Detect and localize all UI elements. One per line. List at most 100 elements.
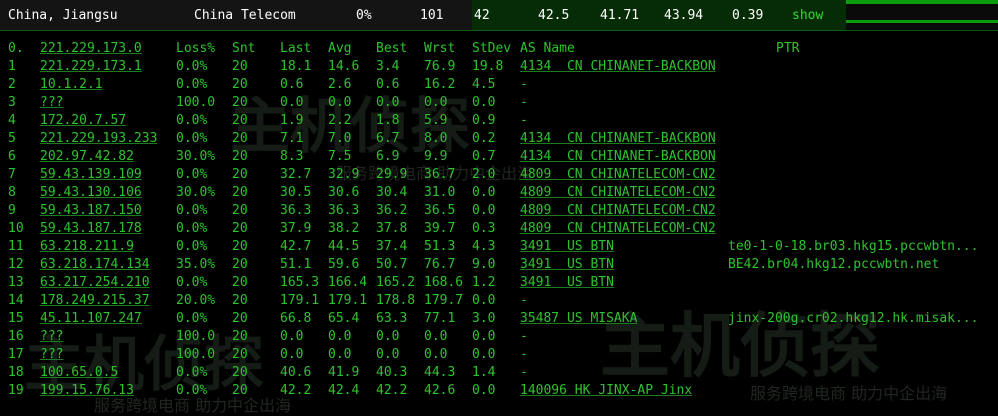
hop-best: 29.9 bbox=[376, 167, 408, 182]
hop-asn-link[interactable]: 4809 CN CHINATELECOM-CN2 bbox=[520, 221, 716, 236]
hop-host[interactable]: 10.1.2.1 bbox=[40, 77, 103, 92]
hop-loss: 0.0% bbox=[176, 239, 208, 254]
hop-asname: - bbox=[520, 365, 528, 380]
hop-host[interactable]: 221.229.173.1 bbox=[40, 59, 142, 74]
hop-host[interactable]: 59.43.187.150 bbox=[40, 203, 142, 218]
hop-asn-link[interactable]: 4134 CN CHINANET-BACKBON bbox=[520, 131, 716, 146]
hop-snt: 20 bbox=[232, 167, 248, 182]
hop-loss: 0.0% bbox=[176, 203, 208, 218]
hop-host[interactable]: 45.11.107.247 bbox=[40, 311, 142, 326]
hop-host[interactable]: 100.65.0.5 bbox=[40, 365, 118, 380]
header-host[interactable]: 221.229.173.0 bbox=[40, 41, 142, 56]
hop-asn-link[interactable]: 140096 HK JINX-AP Jinx bbox=[520, 383, 692, 398]
hop-host[interactable]: 202.97.42.82 bbox=[40, 149, 134, 164]
hop-n: 16 bbox=[8, 329, 24, 344]
summary-sent: 101 bbox=[420, 8, 444, 23]
hop-last: 8.3 bbox=[280, 149, 304, 164]
hop-asn-link[interactable]: 4809 CN CHINATELECOM-CN2 bbox=[520, 203, 716, 218]
hop-asname: CHINATELECOM-CN2 bbox=[590, 185, 716, 200]
hop-host[interactable]: 172.20.7.57 bbox=[40, 113, 126, 128]
hop-ptr[interactable]: jinx-200g.cr02.hkg12.hk.misak... bbox=[728, 311, 978, 326]
hop-loss: 30.0% bbox=[176, 185, 216, 200]
hop-avg: 7.0 bbox=[328, 131, 352, 146]
hop-asname: - bbox=[520, 293, 528, 308]
header-ptr: PTR bbox=[776, 41, 800, 56]
hop-host[interactable]: 63.218.174.134 bbox=[40, 257, 150, 272]
hop-asname: BTN bbox=[590, 257, 614, 272]
hop-wrst: 39.7 bbox=[424, 221, 456, 236]
hop-ptr[interactable]: te0-1-0-18.br03.hkg15.pccwbtn... bbox=[728, 239, 978, 254]
hop-ptr[interactable]: BE42.br04.hkg12.pccwbtn.net bbox=[728, 257, 939, 272]
hop-stdev: 0.0 bbox=[472, 185, 496, 200]
show-toggle[interactable]: show bbox=[792, 8, 823, 23]
hop-best: 40.3 bbox=[376, 365, 408, 380]
hop-host[interactable]: 59.43.187.178 bbox=[40, 221, 142, 236]
hop-asn-link[interactable]: 3491 US BTN bbox=[520, 275, 614, 290]
hop-last: 37.9 bbox=[280, 221, 312, 236]
hop-loss: 0.0% bbox=[176, 221, 208, 236]
hop-n: 13 bbox=[8, 275, 24, 290]
hop-wrst: 5.9 bbox=[424, 113, 448, 128]
hop-n: 9 bbox=[8, 203, 16, 218]
hop-host[interactable]: 63.218.211.9 bbox=[40, 239, 134, 254]
hop-last: 165.3 bbox=[280, 275, 320, 290]
hop-best: 6.7 bbox=[376, 131, 400, 146]
hop-best: 30.4 bbox=[376, 185, 408, 200]
hop-host[interactable]: 59.43.139.109 bbox=[40, 167, 142, 182]
hop-asn-link[interactable]: 35487 US MISAKA bbox=[520, 311, 637, 326]
hop-country: US bbox=[566, 257, 583, 272]
hop-host[interactable]: 221.229.193.233 bbox=[40, 131, 157, 146]
watermark-slogan-right: 服务跨境电商 助力中企出海 bbox=[750, 384, 948, 403]
hop-best: 165.2 bbox=[376, 275, 416, 290]
hop-best: 63.3 bbox=[376, 311, 408, 326]
hop-best: 1.8 bbox=[376, 113, 400, 128]
hop-stdev: 9.0 bbox=[472, 257, 496, 272]
hop-n: 14 bbox=[8, 293, 24, 308]
hop-host[interactable]: ??? bbox=[40, 95, 63, 110]
hop-host[interactable]: 63.217.254.210 bbox=[40, 275, 150, 290]
hop-asn-link[interactable]: 3491 US BTN bbox=[520, 239, 614, 254]
hop-asname: - bbox=[520, 77, 528, 92]
hop-asn-link[interactable]: 4809 CN CHINATELECOM-CN2 bbox=[520, 167, 716, 182]
hop-last: 66.8 bbox=[280, 311, 312, 326]
hop-host[interactable]: 199.15.76.13 bbox=[40, 383, 134, 398]
hop-stdev: 0.3 bbox=[472, 221, 496, 236]
header-num: 0. bbox=[8, 41, 24, 56]
hop-avg: 65.4 bbox=[328, 311, 360, 326]
hop-asn-link[interactable]: 3491 US BTN bbox=[520, 257, 614, 272]
hop-avg: 2.6 bbox=[328, 77, 352, 92]
hop-asn: 4809 bbox=[520, 167, 552, 182]
header-wrst: Wrst bbox=[424, 41, 456, 56]
header-stdev: StDev bbox=[472, 41, 512, 56]
hop-asname: CHINANET-BACKBON bbox=[590, 131, 716, 146]
hop-best: 50.7 bbox=[376, 257, 408, 272]
summary-best: 41.71 bbox=[600, 8, 640, 23]
hop-asn: 3491 bbox=[520, 275, 552, 290]
hop-wrst: 42.6 bbox=[424, 383, 456, 398]
hop-asn-link[interactable]: 4134 CN CHINANET-BACKBON bbox=[520, 149, 716, 164]
summary-worst: 43.94 bbox=[664, 8, 704, 23]
hop-asn: 140096 bbox=[520, 383, 567, 398]
hop-host[interactable]: 59.43.130.106 bbox=[40, 185, 142, 200]
hop-host[interactable]: ??? bbox=[40, 347, 63, 362]
hop-asn-link[interactable]: 4134 CN CHINANET-BACKBON bbox=[520, 59, 716, 74]
hop-loss: 0.0% bbox=[176, 113, 208, 128]
hop-last: 7.1 bbox=[280, 131, 304, 146]
hop-asn-link[interactable]: 4809 CN CHINATELECOM-CN2 bbox=[520, 185, 716, 200]
hop-last: 0.6 bbox=[280, 77, 304, 92]
hop-stdev: 0.0 bbox=[472, 203, 496, 218]
hop-stdev: 1.2 bbox=[472, 275, 496, 290]
header-best: Best bbox=[376, 41, 408, 56]
hop-host[interactable]: ??? bbox=[40, 329, 63, 344]
hop-snt: 20 bbox=[232, 275, 248, 290]
hop-asname: CHINATELECOM-CN2 bbox=[590, 221, 716, 236]
hop-country: CN bbox=[566, 185, 583, 200]
hop-last: 1.9 bbox=[280, 113, 304, 128]
hop-last: 51.1 bbox=[280, 257, 312, 272]
hop-host[interactable]: 178.249.215.37 bbox=[40, 293, 150, 308]
hop-stdev: 0.9 bbox=[472, 113, 496, 128]
hop-snt: 20 bbox=[232, 95, 248, 110]
hop-best: 37.8 bbox=[376, 221, 408, 236]
summary-stdev: 0.39 bbox=[732, 8, 764, 23]
hop-n: 18 bbox=[8, 365, 24, 380]
